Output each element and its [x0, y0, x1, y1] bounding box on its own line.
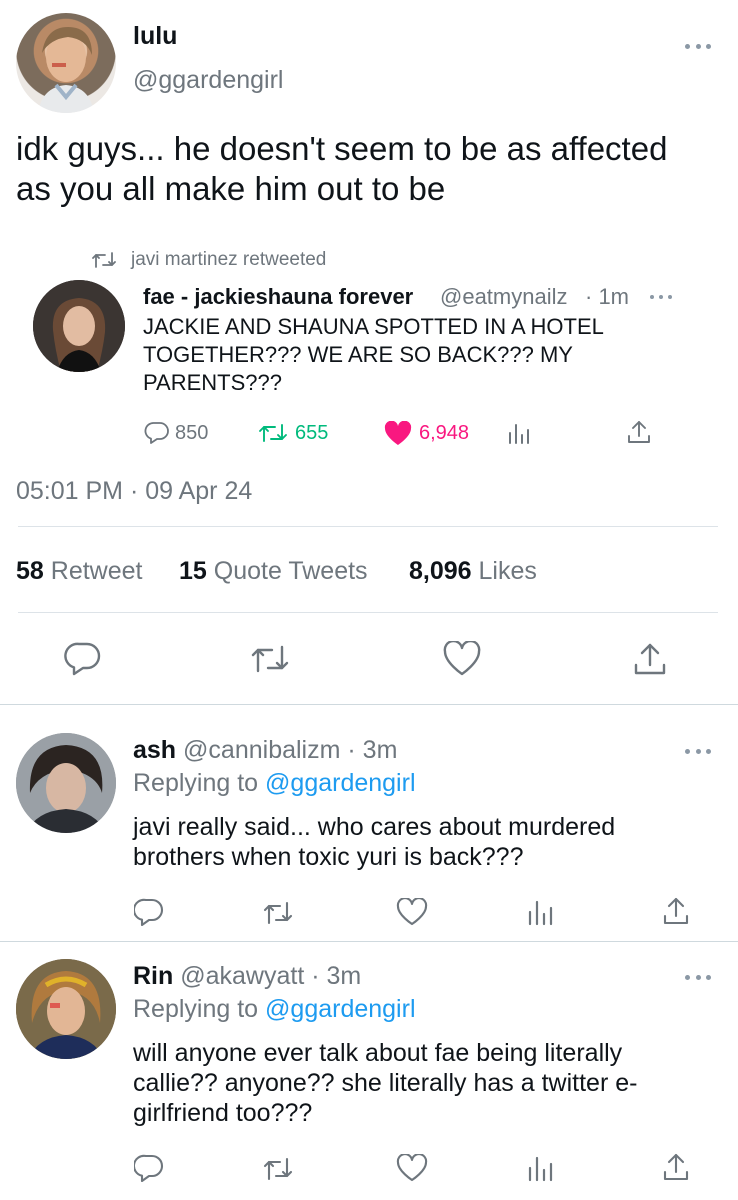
retweets-stat[interactable]: 58 Retweet [16, 557, 142, 586]
reply1-share-icon[interactable] [662, 896, 690, 926]
quoted-retweet-icon[interactable] [258, 422, 288, 444]
quotes-count: 15 [179, 557, 207, 585]
main-more-icon[interactable] [685, 41, 711, 51]
quoted-text-line3: PARENTS??? [143, 370, 282, 395]
quoted-share-icon[interactable] [626, 419, 652, 445]
reply2-share-icon[interactable] [662, 1152, 690, 1182]
quoted-author-handle[interactable]: @eatmynailz [440, 284, 568, 310]
main-author-handle[interactable]: @ggardengirl [133, 66, 283, 95]
reply2-header[interactable]: Rin @akawyatt · 3m [133, 962, 361, 991]
likes-count: 8,096 [409, 557, 472, 585]
reply2-reply-icon[interactable] [134, 1154, 164, 1182]
main-retweet-icon[interactable] [250, 643, 290, 675]
reply1-author-name[interactable]: ash [133, 736, 176, 764]
retweets-count: 58 [16, 557, 44, 585]
quoted-author-avatar[interactable] [33, 280, 125, 372]
reply1-time[interactable]: · 3m [347, 736, 397, 764]
reply2-retweet-icon[interactable] [262, 1156, 294, 1182]
main-share-icon[interactable] [632, 641, 668, 677]
quotes-stat[interactable]: 15 Quote Tweets [179, 557, 368, 586]
main-author-name[interactable]: lulu [133, 22, 177, 51]
main-author-avatar[interactable] [16, 13, 116, 113]
main-avatar-art [38, 27, 94, 113]
retweeted-indicator-icon [92, 250, 116, 270]
reply2-author-avatar[interactable] [16, 959, 116, 1059]
reply1-more-icon[interactable] [685, 746, 711, 756]
quoted-analytics-icon[interactable] [507, 421, 531, 445]
reply1-header[interactable]: ash @cannibalizm · 3m [133, 736, 397, 765]
reply1-text-line2: brothers when toxic yuri is back??? [133, 843, 524, 871]
reply2-text-line2: callie?? anyone?? she literally has a tw… [133, 1069, 638, 1097]
main-reply-icon[interactable] [64, 641, 102, 677]
quoted-text-line2: TOGETHER??? WE ARE SO BACK??? MY [143, 342, 573, 367]
main-heart-icon[interactable] [443, 641, 481, 677]
quoted-more-icon[interactable] [650, 292, 672, 302]
reply1-author-handle[interactable]: @cannibalizm [183, 736, 340, 764]
divider-reply1-end [0, 941, 738, 942]
quoted-author-name[interactable]: fae - jackieshauna forever [143, 284, 413, 310]
reply2-time[interactable]: · 3m [311, 962, 361, 990]
reply2-analytics-icon[interactable] [527, 1154, 553, 1182]
quoted-reply-count: 850 [175, 422, 209, 444]
reply2-author-name[interactable]: Rin [133, 962, 173, 990]
quoted-retweet-count: 655 [295, 422, 329, 444]
retweets-label: Retweet [50, 557, 143, 585]
quoted-time[interactable]: · 1m [585, 284, 629, 310]
reply2-text-line3: girlfriend too??? [133, 1099, 313, 1127]
reply2-author-handle[interactable]: @akawyatt [180, 962, 304, 990]
main-tweet-text-line2: as you all make him out to be [16, 170, 446, 207]
reply1-analytics-icon[interactable] [527, 898, 553, 926]
reply2-replying-to: Replying to @ggardengirl [133, 995, 416, 1024]
quoted-reply-icon[interactable] [144, 421, 170, 445]
reply2-text-line1: will anyone ever talk about fae being li… [133, 1039, 623, 1067]
reply2-avatar-art [16, 959, 116, 1059]
reply1-replying-handle[interactable]: @ggardengirl [265, 769, 415, 797]
reply2-replying-prefix: Replying to [133, 995, 259, 1023]
divider-top-stats [18, 526, 718, 527]
likes-stat[interactable]: 8,096 Likes [409, 557, 537, 586]
reply1-replying-to: Replying to @ggardengirl [133, 769, 416, 798]
reply1-heart-icon[interactable] [396, 898, 428, 926]
reply1-reply-icon[interactable] [134, 898, 164, 926]
reply1-avatar-art [16, 733, 116, 833]
main-tweet-text-line1: idk guys... he doesn't seem to be as aff… [16, 130, 668, 167]
quotes-label: Quote Tweets [213, 557, 368, 585]
divider-bottom-stats [18, 612, 718, 613]
quoted-heart-icon[interactable] [384, 421, 412, 446]
reply1-author-avatar[interactable] [16, 733, 116, 833]
quoted-avatar-art [33, 280, 125, 372]
quoted-like-count: 6,948 [419, 422, 470, 444]
reply2-heart-icon[interactable] [396, 1154, 428, 1182]
reply2-more-icon[interactable] [685, 972, 711, 982]
reply1-text-line1: javi really said... who cares about murd… [133, 813, 616, 841]
main-timestamp[interactable]: 05:01 PM · 09 Apr 24 [16, 477, 252, 506]
reply2-replying-handle[interactable]: @ggardengirl [265, 995, 415, 1023]
likes-label: Likes [478, 557, 537, 585]
reply1-retweet-icon[interactable] [262, 900, 294, 926]
retweeted-by-label[interactable]: javi martinez retweeted [131, 249, 326, 271]
divider-main-end [0, 704, 738, 705]
quoted-text-line1: JACKIE AND SHAUNA SPOTTED IN A HOTEL [143, 314, 604, 339]
reply1-replying-prefix: Replying to [133, 769, 259, 797]
